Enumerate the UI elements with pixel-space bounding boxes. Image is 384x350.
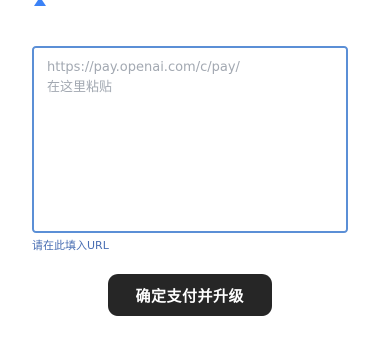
url-hint-text: 请在此填入URL — [32, 239, 109, 252]
a-logo-icon — [34, 0, 46, 6]
confirm-pay-upgrade-button[interactable]: 确定支付并升级 — [108, 274, 272, 316]
upgrade-pay-page: 请在此填入URL 确定支付并升级 — [0, 0, 384, 350]
payment-url-textarea[interactable] — [34, 48, 346, 231]
url-input-box — [32, 46, 348, 233]
